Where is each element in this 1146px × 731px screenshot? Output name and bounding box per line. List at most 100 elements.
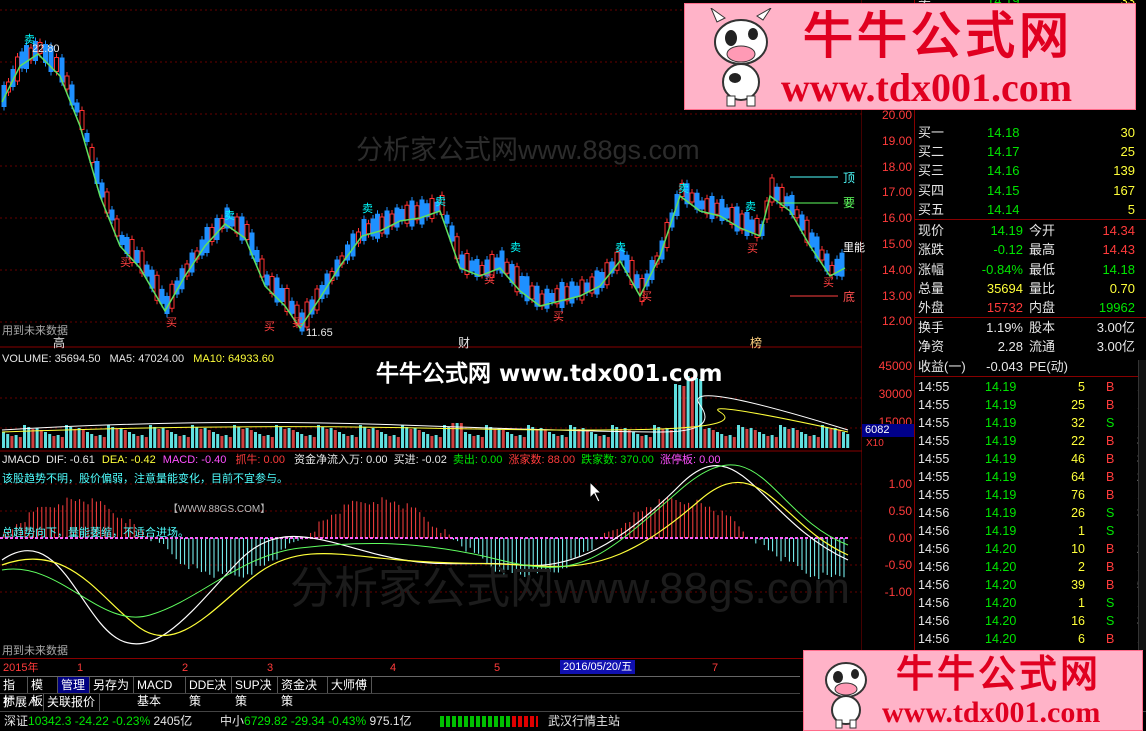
tick-volume: 1: [1078, 524, 1085, 538]
tick-row[interactable]: 14:5614.2039B5: [915, 576, 1146, 594]
stat-label: 最高: [1029, 242, 1056, 258]
tick-row[interactable]: 14:5614.201S1: [915, 594, 1146, 612]
price-scale-label: 18.00: [881, 159, 912, 174]
volume-bar: [556, 436, 560, 448]
volume-bar: [623, 428, 627, 448]
candle-body: [529, 285, 535, 300]
volume-bar: [497, 428, 501, 448]
index-zx-name: 中小: [220, 714, 245, 728]
volume-bar: [312, 437, 316, 448]
volume-bar: [762, 434, 766, 448]
volume-bar: [791, 428, 795, 448]
volume-bar: [804, 434, 808, 448]
tick-price: 14.19: [985, 452, 1017, 466]
bid-price: 14.14: [987, 201, 1020, 217]
candle-body: [714, 202, 720, 215]
volume-bar: [842, 432, 845, 448]
volume-bar: [384, 434, 388, 448]
tick-row[interactable]: 14:5614.202B1: [915, 558, 1146, 576]
bid-row[interactable]: 买二 14.17 25: [915, 142, 1146, 161]
tab-2[interactable]: 管理: [58, 677, 90, 694]
tick-row[interactable]: 14:5614.2016S3: [915, 612, 1146, 630]
tick-row[interactable]: 14:5514.1964B2: [915, 468, 1146, 486]
date-cursor: 2016/05/20/五: [560, 660, 636, 674]
tick-scrollbar[interactable]: [1138, 360, 1146, 650]
tick-row[interactable]: 14:5614.206B1: [915, 630, 1146, 648]
fund-value: -0.043: [986, 358, 1023, 374]
tick-time: 14:55: [918, 488, 950, 502]
tab-8[interactable]: 大师傅: [328, 677, 372, 694]
bid-row[interactable]: 买一 14.18 30: [915, 123, 1146, 142]
price-scale-label: 12.00: [881, 314, 912, 329]
volume-value: VOLUME: 35694.50: [2, 353, 101, 365]
tick-row[interactable]: 14:5514.1976B1: [915, 486, 1146, 504]
tab-7[interactable]: 资金决策: [278, 677, 328, 708]
volume-bar: [123, 430, 127, 448]
macd-sellout: 卖出: 0.00: [452, 454, 503, 466]
candle-body: [774, 186, 780, 201]
volume-bar: [648, 437, 652, 448]
volume-bar: [182, 435, 186, 448]
index-zx-change: -29.34: [290, 714, 325, 728]
stat-label: 外盘: [918, 300, 945, 316]
signal-sell-5: 卖: [510, 242, 521, 254]
tab-0[interactable]: 指标: [0, 677, 28, 708]
volume-bar: [254, 432, 257, 448]
tick-row[interactable]: 14:5514.1922B3: [915, 432, 1146, 450]
tab-5[interactable]: DDE决策: [186, 677, 232, 708]
candle-body: [366, 223, 371, 235]
volume-bar: [812, 435, 816, 448]
extension-tabs: 扩展∧ 关联报价: [0, 693, 800, 711]
volume-bar: [590, 432, 593, 448]
tick-time: 14:56: [918, 506, 950, 520]
index-sz[interactable]: 深证10342.3 -24.22 -0.23% 2405亿: [4, 712, 192, 731]
volume-bar: [56, 435, 60, 448]
tab-6[interactable]: SUP决策: [232, 677, 278, 708]
fund-label: 收益(一): [918, 358, 966, 374]
bid-row[interactable]: 买三 14.16 139: [915, 161, 1146, 180]
volume-bar: [321, 427, 325, 448]
volume-bar: [606, 437, 610, 448]
bid-row[interactable]: 买五 14.14 5: [915, 200, 1146, 219]
volume-bar: [669, 430, 673, 448]
server-name[interactable]: 武汉行情主站: [548, 712, 620, 731]
macd-scale-label: 0.50: [888, 504, 912, 518]
volume-scale-label: 45000: [878, 359, 912, 373]
tick-row[interactable]: 14:5614.1926S3: [915, 504, 1146, 522]
volume-bar: [816, 437, 820, 448]
volume-bar: [60, 437, 64, 448]
volume-bar: [560, 435, 564, 448]
volume-bar: [724, 436, 728, 448]
tick-row[interactable]: 14:5614.2010B2: [915, 540, 1146, 558]
tick-row[interactable]: 14:5514.1925B1: [915, 396, 1146, 414]
tick-row[interactable]: 14:5614.191S1: [915, 522, 1146, 540]
tab-3[interactable]: 另存为: [90, 677, 134, 694]
tab-4[interactable]: MACD基本: [134, 677, 186, 708]
candle-body: [84, 133, 90, 142]
index-zx[interactable]: 中小6729.82 -29.34 -0.43% 975.1亿: [220, 712, 412, 731]
tab-1[interactable]: 模板: [28, 677, 58, 708]
tick-row[interactable]: 14:5514.195B1: [915, 378, 1146, 396]
candle-body: [634, 274, 640, 289]
candle-body: [539, 293, 545, 307]
ad-banner-top[interactable]: 牛牛公式网 www.tdx001.com: [684, 3, 1136, 110]
tick-side: S: [1106, 416, 1115, 430]
tick-time: 14:56: [918, 560, 950, 574]
volume-bar: [611, 425, 614, 448]
candle-body: [724, 207, 730, 219]
tab2-1[interactable]: 关联报价: [44, 694, 100, 711]
tab2-0[interactable]: 扩展∧: [0, 694, 44, 711]
volume-bar: [65, 425, 68, 448]
candle-body: [584, 282, 590, 293]
volume-bar: [371, 428, 375, 448]
volume-bar: [501, 430, 505, 448]
bid-price: 14.17: [987, 144, 1020, 160]
tick-row[interactable]: 14:5514.1946B3: [915, 450, 1146, 468]
volume-bar: [401, 425, 404, 448]
tick-row[interactable]: 14:5514.1932S1: [915, 414, 1146, 432]
volume-bar: [779, 425, 782, 448]
ad-banner-bottom[interactable]: 牛牛公式网 www.tdx001.com: [803, 650, 1143, 731]
bid-row[interactable]: 买四 14.15 167: [915, 181, 1146, 200]
signal-buy-1: 买: [120, 257, 131, 269]
volume-bar: [195, 427, 199, 448]
